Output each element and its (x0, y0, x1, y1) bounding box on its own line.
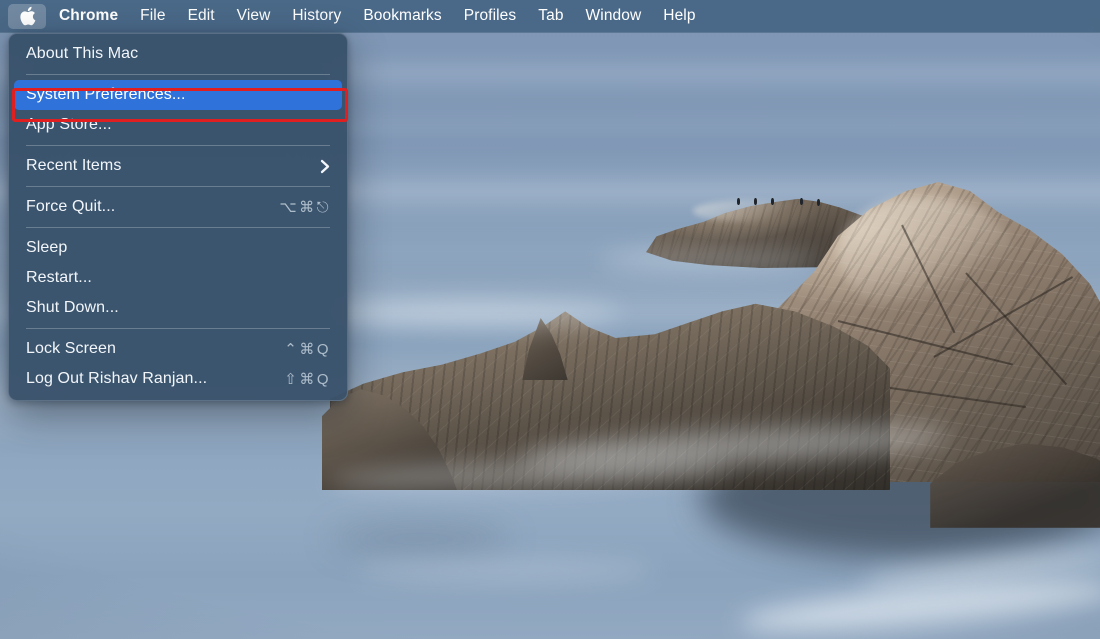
menu-item-system-preferences[interactable]: System Preferences... (14, 80, 342, 110)
menubar-item-chrome[interactable]: Chrome (48, 3, 129, 29)
menu-separator (26, 74, 330, 75)
desktop-screen: Chrome File Edit View History Bookmarks … (0, 0, 1100, 639)
menu-item-shortcut: ⌃⌘Q (284, 340, 331, 358)
menu-item-about-this-mac[interactable]: About This Mac (14, 39, 342, 69)
menubar-item-edit[interactable]: Edit (177, 3, 226, 29)
menu-item-shortcut: ⇧⌘Q (284, 370, 331, 388)
apple-menu-dropdown: About This Mac System Preferences... App… (8, 33, 348, 401)
menubar-item-profiles[interactable]: Profiles (453, 3, 527, 29)
menu-item-label: App Store... (26, 116, 112, 133)
menu-item-label: Restart... (26, 269, 92, 286)
menu-item-log-out[interactable]: Log Out Rishav Ranjan... ⇧⌘Q (14, 364, 342, 394)
menubar-item-history[interactable]: History (281, 3, 352, 29)
chevron-right-icon (320, 159, 331, 174)
menu-bar: Chrome File Edit View History Bookmarks … (0, 0, 1100, 33)
menu-item-restart[interactable]: Restart... (14, 263, 342, 293)
menu-separator (26, 145, 330, 146)
menu-separator (26, 227, 330, 228)
menubar-item-view[interactable]: View (226, 3, 282, 29)
menu-item-label: Sleep (26, 239, 68, 256)
menubar-item-help[interactable]: Help (652, 3, 706, 29)
menu-item-sleep[interactable]: Sleep (14, 233, 342, 263)
menu-item-force-quit[interactable]: Force Quit... ⌥⌘⎋ (14, 192, 342, 222)
apple-logo-icon (19, 6, 36, 26)
menu-item-label: Shut Down... (26, 299, 119, 316)
menu-item-label: Force Quit... (26, 198, 116, 215)
menu-item-label: Lock Screen (26, 340, 117, 357)
menu-item-app-store[interactable]: App Store... (14, 110, 342, 140)
menubar-item-file[interactable]: File (129, 3, 176, 29)
menubar-item-bookmarks[interactable]: Bookmarks (352, 3, 452, 29)
apple-menu-button[interactable] (8, 3, 46, 29)
menu-separator (26, 186, 330, 187)
menubar-item-window[interactable]: Window (575, 3, 653, 29)
menu-item-recent-items[interactable]: Recent Items (14, 151, 342, 181)
menubar-item-tab[interactable]: Tab (527, 3, 574, 29)
menu-item-shut-down[interactable]: Shut Down... (14, 293, 342, 323)
menu-item-lock-screen[interactable]: Lock Screen ⌃⌘Q (14, 334, 342, 364)
menu-item-shortcut: ⌥⌘⎋ (279, 198, 331, 216)
menu-item-label: Recent Items (26, 157, 122, 174)
menu-item-label: Log Out Rishav Ranjan... (26, 370, 208, 387)
menu-separator (26, 328, 330, 329)
menu-item-label: System Preferences... (26, 86, 186, 103)
menu-item-label: About This Mac (26, 45, 139, 62)
